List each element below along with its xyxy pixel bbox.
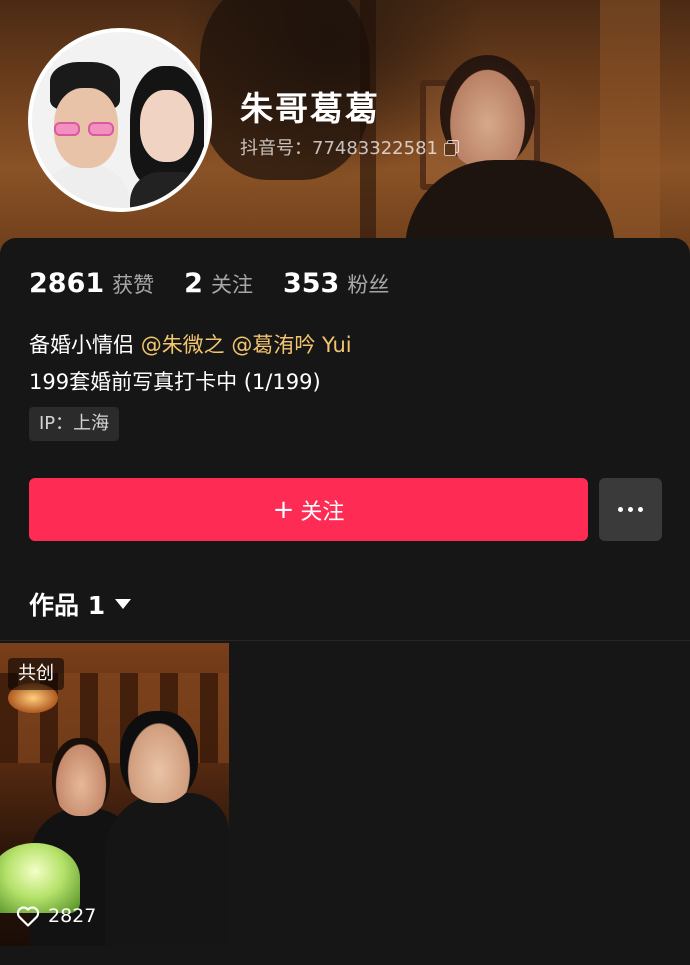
plus-icon: + [272,494,295,525]
profile-nickname: 朱哥葛葛 [240,89,380,128]
stat-likes[interactable]: 2861 获赞 [29,268,154,299]
profile-stats: 2861 获赞 2 关注 353 粉丝 [29,268,419,299]
co-creation-badge: 共创 [8,658,64,690]
bio-line-1: 备婚小情侣 @朱微之 @葛洧吟 Yui [29,327,352,364]
follow-button[interactable]: + 关注 [29,478,588,541]
account-id[interactable]: 抖音号：77483322581 [240,134,459,160]
copy-icon[interactable] [443,139,459,156]
avatar[interactable] [28,28,212,212]
follow-button-label: 关注 [300,499,345,525]
stat-value: 353 [282,268,340,299]
stat-value: 2861 [29,268,105,299]
stat-followers[interactable]: 353 粉丝 [283,268,389,299]
profile-bio: 备婚小情侣 @朱微之 @葛洧吟 Yui 199套婚前写真打卡中 (1/199) [29,327,352,401]
bio-line-2: 199套婚前写真打卡中 (1/199) [29,370,321,394]
divider [0,640,690,641]
bio-text: 备婚小情侣 [29,333,141,357]
account-id-text: 抖音号：77483322581 [240,138,438,159]
like-count-text: 2827 [48,905,97,927]
video-like-count: 2827 [16,905,96,927]
more-icon [618,507,643,512]
tab-works[interactable]: 作品 1 [29,586,132,622]
heart-icon [16,906,40,927]
mention-link-1[interactable]: @朱微之 [141,333,225,357]
stat-value: 2 [184,268,203,299]
ip-location-tag: IP：上海 [29,407,120,441]
more-options-button[interactable] [599,478,662,541]
stat-following[interactable]: 2 关注 [184,268,253,299]
caret-down-icon [115,599,132,609]
mention-link-2[interactable]: @葛洧吟 Yui [231,333,351,357]
stat-label: 获赞 [112,273,155,297]
stat-label: 粉丝 [347,273,390,297]
stat-label: 关注 [210,273,253,297]
tab-works-label: 作品 1 [29,591,106,620]
